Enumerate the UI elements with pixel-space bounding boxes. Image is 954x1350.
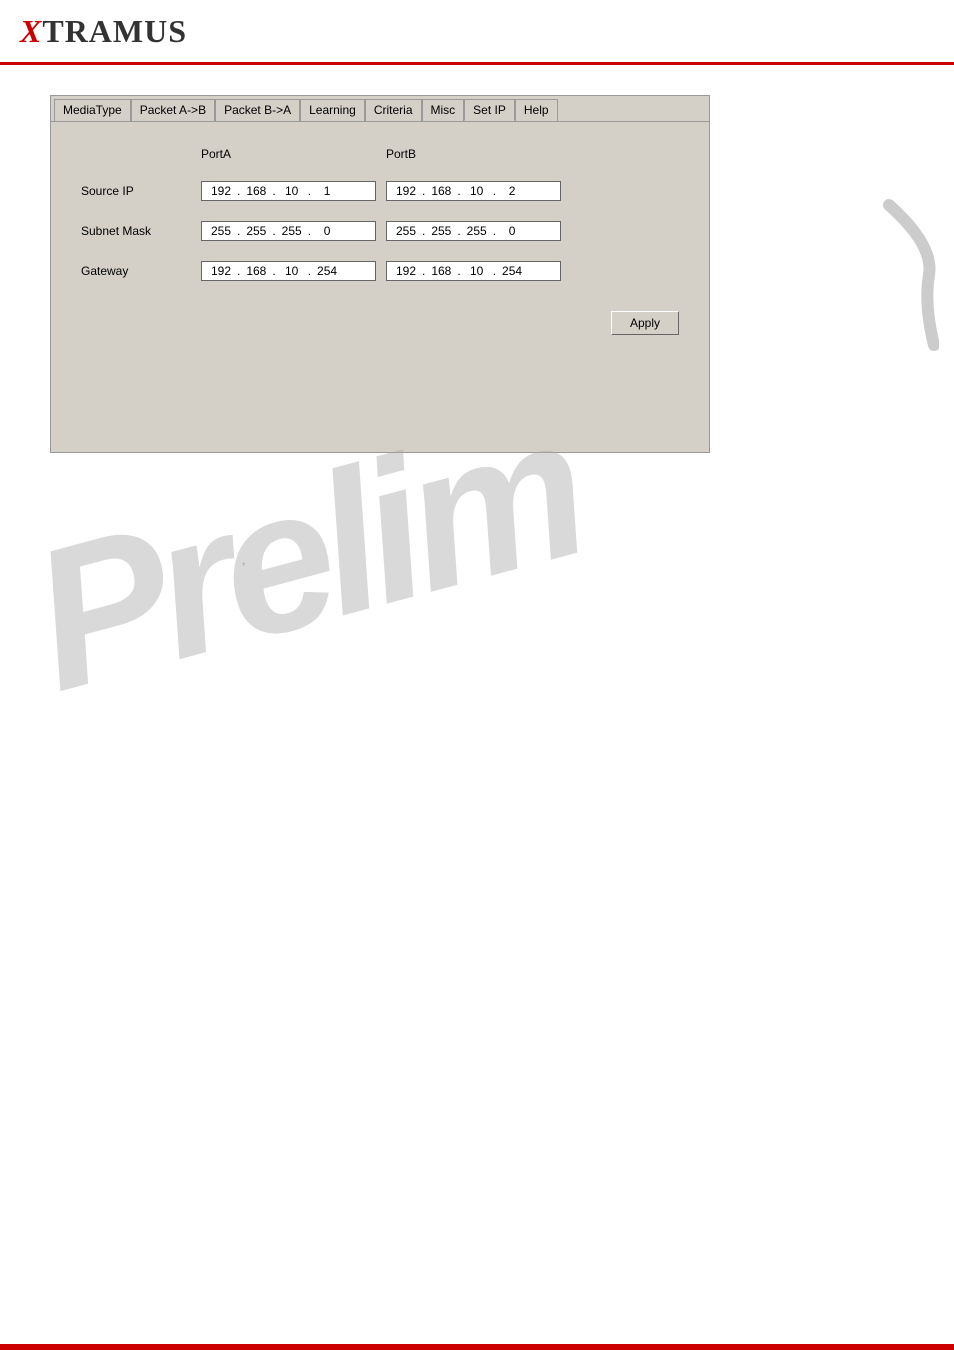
port-b-gw-o4[interactable] <box>497 264 527 278</box>
logo-x: X <box>20 13 42 49</box>
port-a-subnet-o4[interactable] <box>312 224 342 238</box>
port-a-gw-o4[interactable] <box>312 264 342 278</box>
tab-misc[interactable]: Misc <box>422 99 465 121</box>
port-b-source-ip-o1[interactable] <box>391 184 421 198</box>
tab-help[interactable]: Help <box>515 99 558 121</box>
gateway-label: Gateway <box>81 264 191 278</box>
port-b-source-ip-o2[interactable] <box>426 184 456 198</box>
apply-button[interactable]: Apply <box>611 311 679 335</box>
port-a-gw-o3[interactable] <box>277 264 307 278</box>
tab-mediatype[interactable]: MediaType <box>54 99 131 121</box>
swoosh-decoration <box>879 195 939 355</box>
port-headers: PortA PortB <box>201 147 679 161</box>
port-a-source-ip[interactable]: . . . <box>201 181 376 201</box>
port-a-source-ip-o2[interactable] <box>241 184 271 198</box>
footer-bar <box>0 1344 954 1350</box>
port-a-subnet-o2[interactable] <box>241 224 271 238</box>
port-b-subnet-o1[interactable] <box>391 224 421 238</box>
logo: XTRAMUS <box>20 13 187 50</box>
header: XTRAMUS <box>0 0 954 65</box>
subnet-mask-row: Subnet Mask . . . . . <box>81 221 679 241</box>
logo-rest: TRAMUS <box>42 13 187 49</box>
port-a-header: PortA <box>201 147 386 161</box>
port-b-subnet-o4[interactable] <box>497 224 527 238</box>
subnet-mask-label: Subnet Mask <box>81 224 191 238</box>
port-b-source-ip[interactable]: . . . <box>386 181 561 201</box>
port-b-subnet-mask[interactable]: . . . <box>386 221 561 241</box>
main-content: MediaType Packet A->B Packet B->A Learni… <box>0 65 954 483</box>
ip-form: PortA PortB Source IP . . . <box>81 147 679 335</box>
tab-learning[interactable]: Learning <box>300 99 365 121</box>
port-a-gw-o1[interactable] <box>206 264 236 278</box>
port-a-subnet-mask[interactable]: . . . <box>201 221 376 241</box>
tab-criteria[interactable]: Criteria <box>365 99 422 121</box>
tab-packet-ab[interactable]: Packet A->B <box>131 99 215 121</box>
port-a-subnet-o1[interactable] <box>206 224 236 238</box>
tab-panel-container: MediaType Packet A->B Packet B->A Learni… <box>50 95 710 453</box>
port-a-gw-o2[interactable] <box>241 264 271 278</box>
port-b-gw-o2[interactable] <box>426 264 456 278</box>
tab-setip[interactable]: Set IP <box>464 99 515 121</box>
gateway-row: Gateway . . . . . <box>81 261 679 281</box>
panel-body: PortA PortB Source IP . . . <box>51 122 709 452</box>
port-b-source-ip-o3[interactable] <box>462 184 492 198</box>
port-a-gateway[interactable]: . . . <box>201 261 376 281</box>
port-b-source-ip-o4[interactable] <box>497 184 527 198</box>
port-b-subnet-o2[interactable] <box>426 224 456 238</box>
button-row: Apply <box>81 311 679 335</box>
tab-packet-ba[interactable]: Packet B->A <box>215 99 300 121</box>
port-b-gw-o3[interactable] <box>462 264 492 278</box>
port-b-gateway[interactable]: . . . <box>386 261 561 281</box>
port-a-subnet-o3[interactable] <box>277 224 307 238</box>
source-ip-label: Source IP <box>81 184 191 198</box>
port-b-subnet-o3[interactable] <box>462 224 492 238</box>
port-a-source-ip-o3[interactable] <box>277 184 307 198</box>
tab-bar: MediaType Packet A->B Packet B->A Learni… <box>51 96 709 122</box>
port-a-source-ip-o1[interactable] <box>206 184 236 198</box>
port-a-source-ip-o4[interactable] <box>312 184 342 198</box>
comma-mark: , <box>242 553 246 569</box>
port-b-header: PortB <box>386 147 571 161</box>
source-ip-row: Source IP . . . . . <box>81 181 679 201</box>
port-b-gw-o1[interactable] <box>391 264 421 278</box>
